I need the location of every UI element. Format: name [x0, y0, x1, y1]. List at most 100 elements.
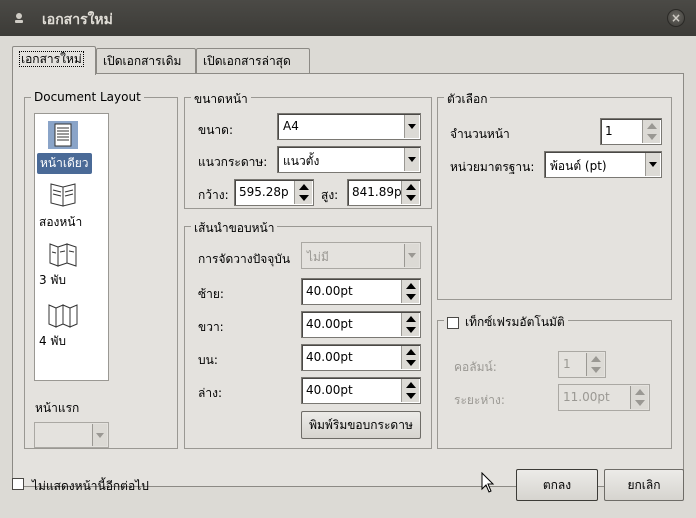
- margin-right-spinbox[interactable]: 40.00pt: [301, 311, 421, 338]
- chevron-down-icon: [645, 153, 660, 176]
- preset-label: การจัดวางปัจจุบัน: [198, 252, 291, 266]
- columns-spin-buttons[interactable]: [586, 353, 604, 376]
- printer-margins-button[interactable]: พิมพ์ริมขอบกระดาษ: [301, 411, 421, 439]
- chevron-down-icon: [404, 115, 419, 138]
- height-spin-buttons[interactable]: [401, 181, 419, 204]
- options-group: ตัวเลือก จำนวนหน้า 1 หน่วยมาตรฐาน: พ้อนต…: [437, 90, 672, 300]
- margin-top-value: 40.00pt: [306, 350, 353, 364]
- margin-left-value: 40.00pt: [306, 284, 353, 298]
- margin-bottom-value: 40.00pt: [306, 383, 353, 397]
- chevron-down-icon: [92, 424, 107, 446]
- spin-down-icon[interactable]: [643, 131, 661, 143]
- margin-right-value: 40.00pt: [306, 317, 353, 331]
- margin-bottom-spinbox[interactable]: 40.00pt: [301, 377, 421, 404]
- pages-value: 1: [605, 124, 613, 138]
- height-value: 841.89p: [352, 185, 402, 199]
- tab-open-existing[interactable]: เปิดเอกสารเดิม: [96, 48, 196, 74]
- gap-spinbox[interactable]: 11.00pt: [558, 384, 650, 411]
- dialog-body: เอกสารใหม่ เปิดเอกสารเดิม เปิดเอกสารล่าส…: [0, 36, 696, 518]
- width-value: 595.28p: [239, 185, 289, 199]
- tab-label: เอกสารใหม่: [19, 51, 84, 67]
- gap-value: 11.00pt: [563, 390, 610, 404]
- window-title: เอกสารใหม่: [42, 12, 113, 28]
- layout-item-label: สองหน้า: [39, 215, 83, 229]
- spin-down-icon[interactable]: [402, 324, 420, 336]
- four-fold-icon: [48, 304, 78, 328]
- height-label: สูง:: [321, 188, 339, 202]
- margin-bottom-label: ล่าง:: [198, 386, 222, 400]
- tab-new-document[interactable]: เอกสารใหม่: [12, 46, 96, 75]
- tab-panel-new-document: Document Layout หน้าเดียว สองหน้า 3 พับ …: [12, 73, 684, 487]
- columns-spinbox[interactable]: 1: [558, 351, 606, 378]
- page-size-value: A4: [283, 119, 299, 133]
- page-size-select[interactable]: A4: [277, 113, 421, 140]
- auto-text-frames-checkbox[interactable]: [447, 316, 459, 329]
- height-spinbox[interactable]: 841.89p: [347, 179, 421, 206]
- margin-left-spin-buttons[interactable]: [401, 280, 419, 303]
- width-spinbox[interactable]: 595.28p: [234, 179, 314, 206]
- margin-left-spinbox[interactable]: 40.00pt: [301, 278, 421, 305]
- dont-show-label: ไม่แสดงหน้านี้อีกต่อไป: [32, 479, 149, 493]
- pages-spinbox[interactable]: 1: [600, 118, 662, 145]
- app-icon: [15, 13, 23, 23]
- document-layout-group: Document Layout หน้าเดียว สองหน้า 3 พับ …: [24, 90, 178, 449]
- auto-text-frames-group: เท็กซ์เฟรมอัตโนมัติ คอลัมน์: 1 ระยะห่าง:…: [437, 313, 672, 449]
- spin-down-icon[interactable]: [631, 397, 649, 409]
- layout-item-label: 4 พับ: [39, 334, 66, 348]
- dont-show-checkbox[interactable]: [12, 478, 24, 490]
- auto-text-frames-header: เท็กซ์เฟรมอัตโนมัติ: [444, 313, 568, 332]
- spin-down-icon[interactable]: [402, 192, 420, 204]
- page-size-title: ขนาดหน้า: [191, 90, 251, 109]
- unit-label: หน่วยมาตรฐาน:: [450, 160, 535, 174]
- title-bar: เอกสารใหม่ ×: [0, 0, 696, 36]
- spin-down-icon[interactable]: [402, 291, 420, 303]
- cancel-button[interactable]: ยกเลิก: [604, 469, 684, 501]
- margin-guides-title: เส้นนำขอบหน้า: [191, 219, 278, 238]
- document-layout-title: Document Layout: [31, 90, 144, 104]
- gap-label: ระยะห่าง:: [454, 393, 505, 407]
- spin-down-icon[interactable]: [402, 390, 420, 402]
- preset-select[interactable]: ไม่มี: [301, 242, 421, 269]
- layout-item-double[interactable]: สองหน้า: [35, 180, 108, 238]
- layout-item-three-fold[interactable]: 3 พับ: [35, 240, 108, 298]
- tab-label: เปิดเอกสารล่าสุด: [203, 54, 291, 68]
- columns-label: คอลัมน์:: [454, 360, 497, 374]
- spin-down-icon[interactable]: [402, 357, 420, 369]
- margin-top-spin-buttons[interactable]: [401, 346, 419, 369]
- margin-top-spinbox[interactable]: 40.00pt: [301, 344, 421, 371]
- layout-item-four-fold[interactable]: 4 พับ: [35, 301, 108, 359]
- orientation-label: แนวกระดาษ:: [198, 155, 268, 169]
- options-title: ตัวเลือก: [444, 90, 491, 109]
- size-label: ขนาด:: [198, 123, 233, 137]
- spin-down-icon[interactable]: [587, 364, 605, 376]
- width-label: กว้าง:: [198, 188, 229, 202]
- layout-item-single[interactable]: หน้าเดียว: [35, 118, 108, 176]
- unit-select[interactable]: พ้อนต์ (pt): [544, 151, 662, 178]
- first-page-select[interactable]: [34, 422, 109, 448]
- first-page-label: หน้าแรก: [35, 401, 80, 415]
- margin-right-spin-buttons[interactable]: [401, 313, 419, 336]
- spin-down-icon[interactable]: [295, 192, 313, 204]
- margin-bottom-spin-buttons[interactable]: [401, 379, 419, 402]
- page-size-group: ขนาดหน้า ขนาด: A4 แนวกระดาษ: แนวตั้ง กว้…: [184, 90, 432, 209]
- tab-label: เปิดเอกสารเดิม: [103, 54, 182, 68]
- tab-open-recent[interactable]: เปิดเอกสารล่าสุด: [196, 48, 310, 74]
- width-spin-buttons[interactable]: [294, 181, 312, 204]
- gap-spin-buttons[interactable]: [630, 386, 648, 409]
- orientation-select[interactable]: แนวตั้ง: [277, 146, 421, 173]
- ok-button[interactable]: ตกลง: [516, 469, 598, 501]
- margin-top-label: บน:: [198, 353, 218, 367]
- preset-value: ไม่มี: [307, 250, 329, 264]
- layout-item-label: หน้าเดียว: [37, 153, 92, 174]
- layout-list[interactable]: หน้าเดียว สองหน้า 3 พับ 4 พับ: [34, 113, 109, 381]
- columns-value: 1: [563, 357, 571, 371]
- single-page-icon: [48, 121, 78, 149]
- auto-text-frames-title: เท็กซ์เฟรมอัตโนมัติ: [465, 315, 565, 329]
- close-icon[interactable]: ×: [667, 9, 685, 27]
- chevron-down-icon: [404, 148, 419, 171]
- mouse-cursor-icon: [481, 472, 495, 493]
- orientation-value: แนวตั้ง: [283, 154, 320, 168]
- pages-spin-buttons[interactable]: [642, 120, 660, 143]
- unit-value: พ้อนต์ (pt): [550, 159, 607, 173]
- pages-label: จำนวนหน้า: [450, 127, 510, 141]
